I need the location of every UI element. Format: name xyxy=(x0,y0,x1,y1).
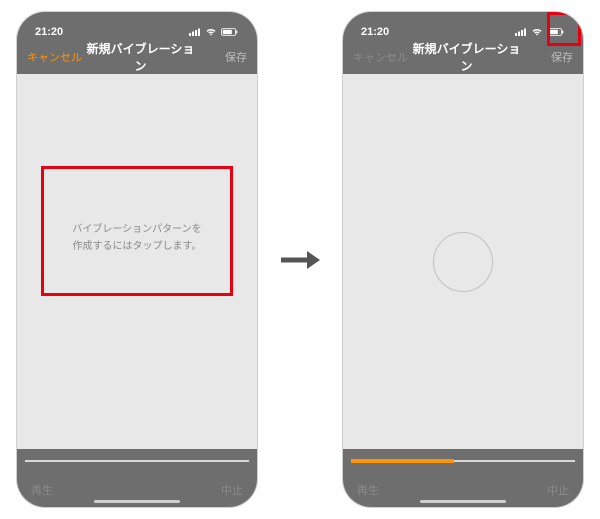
hint-line-1: バイブレーションパターンを xyxy=(72,221,201,238)
nav-bar: キャンセル 新規バイブレーション 保存 xyxy=(343,40,583,74)
cancel-button[interactable]: キャンセル xyxy=(353,49,408,65)
arrow-between xyxy=(279,247,321,273)
stop-button[interactable]: 中止 xyxy=(547,482,569,498)
vibration-tap-area[interactable]: バイブレーションパターンを 作成するにはタップします。 xyxy=(17,74,257,449)
status-bar: 21:20 xyxy=(17,12,257,40)
battery-icon xyxy=(221,28,239,38)
home-indicator[interactable] xyxy=(420,500,506,503)
status-icons xyxy=(189,28,239,38)
track-line xyxy=(25,460,249,462)
phone-screen-right: 21:20 キャンセル 新規バイブレーション 保存 xyxy=(343,12,583,507)
nav-title: 新規バイブレーション xyxy=(82,40,199,74)
signal-icon xyxy=(515,28,527,38)
status-bar: 21:20 xyxy=(343,12,583,40)
play-button[interactable]: 再生 xyxy=(357,482,379,498)
stop-button[interactable]: 中止 xyxy=(221,482,243,498)
pattern-track xyxy=(17,449,257,473)
nav-bar: キャンセル 新規バイブレーション 保存 xyxy=(17,40,257,74)
vibration-tap-area[interactable] xyxy=(343,74,583,449)
wifi-icon xyxy=(531,28,543,38)
track-line xyxy=(351,460,575,462)
touch-circle-icon xyxy=(433,232,493,292)
pattern-track xyxy=(343,449,583,473)
save-button[interactable]: 保存 xyxy=(199,49,247,65)
hint-line-2: 作成するにはタップします。 xyxy=(72,238,201,255)
signal-icon xyxy=(189,28,201,38)
status-time: 21:20 xyxy=(35,26,63,38)
recorded-pattern xyxy=(351,459,454,463)
play-button[interactable]: 再生 xyxy=(31,482,53,498)
wifi-icon xyxy=(205,28,217,38)
cancel-button[interactable]: キャンセル xyxy=(27,49,82,65)
save-button[interactable]: 保存 xyxy=(525,49,573,65)
battery-icon xyxy=(547,28,565,38)
nav-title: 新規バイブレーション xyxy=(408,40,525,74)
status-time: 21:20 xyxy=(361,26,389,38)
home-indicator[interactable] xyxy=(94,500,180,503)
hint-text: バイブレーションパターンを 作成するにはタップします。 xyxy=(43,178,231,298)
arrow-icon xyxy=(279,247,321,273)
status-icons xyxy=(515,28,565,38)
phone-screen-left: 21:20 キャンセル 新規バイブレーション 保存 バイブレーションパターンを … xyxy=(17,12,257,507)
